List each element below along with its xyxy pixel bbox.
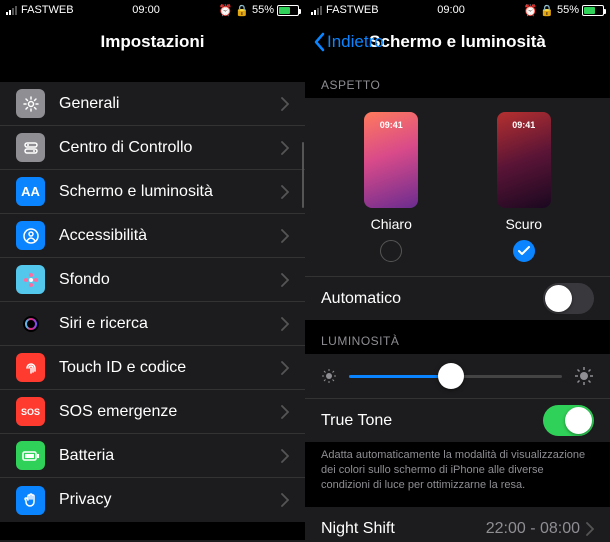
- radio-checked[interactable]: [513, 240, 535, 262]
- status-time: 09:00: [437, 4, 465, 16]
- appearance-light-label: Chiaro: [371, 216, 412, 232]
- person-icon: [16, 221, 45, 250]
- settings-row[interactable]: Generali: [0, 82, 305, 126]
- settings-row[interactable]: Siri e ricerca: [0, 302, 305, 346]
- chevron-right-icon: [281, 273, 289, 287]
- settings-row[interactable]: SOS SOS emergenze: [0, 390, 305, 434]
- row-label: Generali: [59, 95, 281, 113]
- chevron-right-icon: [586, 522, 594, 536]
- section-header-brightness: LUMINOSITÀ: [305, 320, 610, 354]
- row-label: Touch ID e codice: [59, 359, 281, 377]
- row-label: Centro di Controllo: [59, 139, 281, 157]
- status-bar: FASTWEB 09:00 ⏰ 🔒 55%: [305, 0, 610, 20]
- switches-icon: [16, 133, 45, 162]
- battery-percent: 55%: [252, 4, 274, 16]
- chevron-right-icon: [281, 405, 289, 419]
- chevron-right-icon: [281, 97, 289, 111]
- settings-list[interactable]: Generali Centro di Controllo AA Schermo e l…: [0, 64, 305, 542]
- flower-icon: [16, 265, 45, 294]
- nav-bar: Indietro Schermo e luminosità: [305, 20, 610, 64]
- row-label: Siri e ricerca: [59, 315, 281, 333]
- settings-row[interactable]: Sfondo: [0, 258, 305, 302]
- carrier-label: FASTWEB: [21, 4, 74, 16]
- settings-row[interactable]: Privacy: [0, 478, 305, 522]
- settings-row[interactable]: AA Schermo e luminosità: [0, 170, 305, 214]
- back-button[interactable]: Indietro: [313, 32, 384, 52]
- truetone-label: True Tone: [321, 412, 543, 430]
- chevron-left-icon: [313, 32, 325, 52]
- automatic-toggle[interactable]: [543, 283, 594, 314]
- chevron-right-icon: [281, 141, 289, 155]
- radio-unchecked[interactable]: [380, 240, 402, 262]
- automatic-label: Automatico: [321, 290, 543, 308]
- appearance-light-option[interactable]: 09:41 Chiaro: [364, 112, 418, 262]
- status-bar: FASTWEB 09:00 ⏰ 🔒 55%: [0, 0, 305, 20]
- brightness-slider-row: [305, 354, 610, 398]
- sun-large-icon: [574, 366, 594, 386]
- scroll-indicator[interactable]: [302, 142, 305, 208]
- chevron-right-icon: [281, 317, 289, 331]
- battery-percent: 55%: [557, 4, 579, 16]
- battery-icon: [277, 5, 299, 16]
- display-brightness-screen: FASTWEB 09:00 ⏰ 🔒 55% Indietro Schermo e…: [305, 0, 610, 542]
- row-label: Batteria: [59, 447, 281, 465]
- alarm-icon: ⏰: [524, 4, 538, 17]
- sun-small-icon: [321, 368, 337, 384]
- truetone-toggle[interactable]: [543, 405, 594, 436]
- signal-icon: [311, 6, 322, 15]
- dark-thumbnail: 09:41: [497, 112, 551, 208]
- brightness-slider[interactable]: [349, 375, 562, 378]
- siri-icon: [16, 309, 45, 338]
- chevron-right-icon: [281, 449, 289, 463]
- chevron-right-icon: [281, 229, 289, 243]
- fingerprint-icon: [16, 353, 45, 382]
- truetone-description: Adatta automaticamente la modalità di vi…: [305, 442, 610, 507]
- battery-icon: [16, 441, 45, 470]
- row-label: Sfondo: [59, 271, 281, 289]
- automatic-row: Automatico: [305, 276, 610, 320]
- battery-icon: [582, 5, 604, 16]
- status-time: 09:00: [132, 4, 160, 16]
- appearance-dark-label: Scuro: [505, 216, 542, 232]
- signal-icon: [6, 6, 17, 15]
- settings-row[interactable]: Accessibilità: [0, 214, 305, 258]
- chevron-right-icon: [281, 185, 289, 199]
- row-label: Schermo e luminosità: [59, 183, 281, 201]
- nightshift-value: 22:00 - 08:00: [486, 520, 580, 538]
- nightshift-row[interactable]: Night Shift 22:00 - 08:00: [305, 507, 610, 542]
- rotation-lock-icon: 🔒: [235, 4, 249, 17]
- carrier-label: FASTWEB: [326, 4, 379, 16]
- light-thumbnail: 09:41: [364, 112, 418, 208]
- checkmark-icon: [518, 246, 530, 256]
- appearance-selector: 09:41 Chiaro 09:41 Scuro: [305, 98, 610, 276]
- hand-icon: [16, 486, 45, 515]
- AA-icon: AA: [16, 177, 45, 206]
- alarm-icon: ⏰: [219, 4, 233, 17]
- page-title: Schermo e luminosità: [369, 32, 546, 52]
- appearance-dark-option[interactable]: 09:41 Scuro: [497, 112, 551, 262]
- rotation-lock-icon: 🔒: [540, 4, 554, 17]
- settings-row[interactable]: Touch ID e codice: [0, 346, 305, 390]
- settings-row[interactable]: Batteria: [0, 434, 305, 478]
- page-title: Impostazioni: [101, 32, 205, 52]
- truetone-row: True Tone: [305, 398, 610, 442]
- nightshift-label: Night Shift: [321, 520, 486, 538]
- section-header-aspect: ASPETTO: [305, 64, 610, 98]
- chevron-right-icon: [281, 493, 289, 507]
- row-label: SOS emergenze: [59, 403, 281, 421]
- row-label: Privacy: [59, 491, 281, 509]
- SOS-icon: SOS: [16, 397, 45, 426]
- settings-row[interactable]: Centro di Controllo: [0, 126, 305, 170]
- row-label: Accessibilità: [59, 227, 281, 245]
- gear-icon: [16, 89, 45, 118]
- nav-bar: Impostazioni: [0, 20, 305, 64]
- chevron-right-icon: [281, 361, 289, 375]
- settings-screen: FASTWEB 09:00 ⏰ 🔒 55% Impostazioni Gener…: [0, 0, 305, 542]
